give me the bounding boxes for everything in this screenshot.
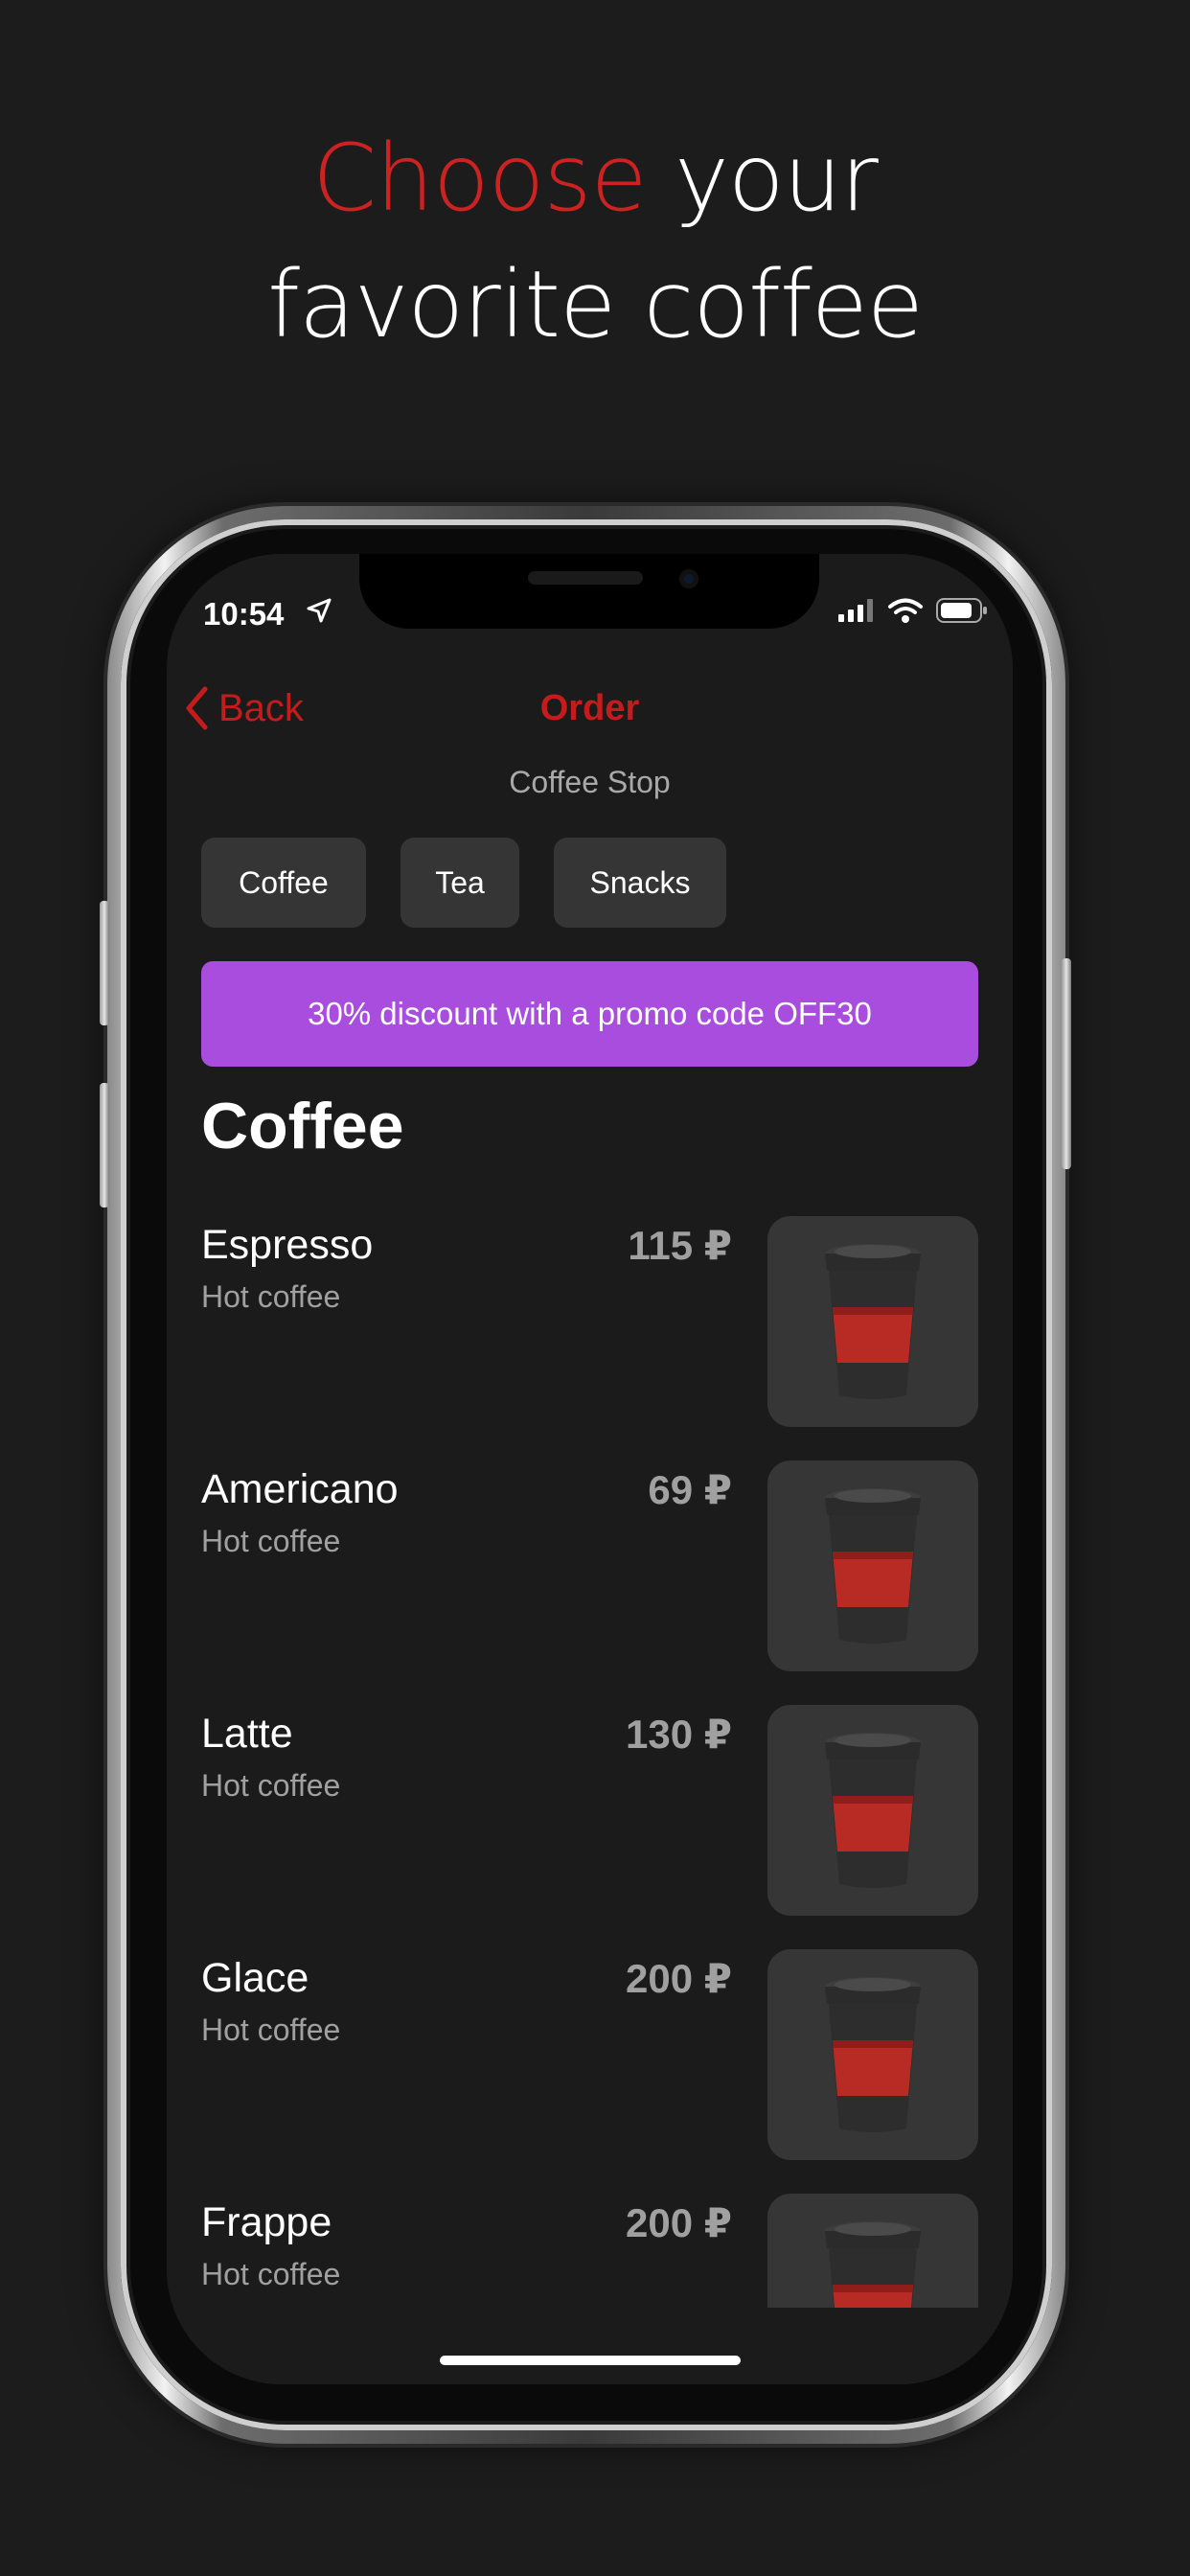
item-description: Hot coffee [201, 1279, 341, 1314]
volume-down-button-hw [100, 1083, 109, 1208]
menu-item[interactable]: Latte Hot coffee 130 ₽ [201, 1705, 978, 1921]
notch [359, 554, 819, 629]
item-description: Hot coffee [201, 2257, 341, 2291]
item-price: 115 ₽ [628, 1223, 732, 1268]
speaker-grille [528, 571, 643, 585]
power-button-hw [1062, 958, 1071, 1169]
home-indicator[interactable] [440, 2356, 741, 2365]
coffee-cup-icon[interactable] [767, 1460, 978, 1671]
item-price: 69 ₽ [648, 1467, 732, 1512]
item-description: Hot coffee [201, 1524, 341, 1558]
chip-tea[interactable]: Tea [400, 838, 519, 928]
bottom-safe-area [167, 2308, 1013, 2384]
page-title: Order [539, 688, 640, 728]
promo-banner[interactable]: 30% discount with a promo code OFF30 [201, 961, 978, 1067]
cellular-signal-icon [838, 599, 873, 622]
menu-item[interactable]: Glace Hot coffee 200 ₽ [201, 1949, 978, 2166]
item-name: Americano [201, 1466, 399, 1512]
volume-up-button-hw [100, 901, 109, 1025]
item-name: Frappe [201, 2199, 332, 2245]
status-time: 10:54 [203, 596, 285, 632]
section-title: Coffee [201, 1090, 404, 1162]
chip-snacks[interactable]: Snacks [554, 838, 726, 928]
front-camera [679, 569, 698, 588]
item-price: 200 ₽ [626, 2200, 732, 2245]
item-price: 200 ₽ [626, 1956, 732, 2001]
menu-item[interactable]: Americano Hot coffee 69 ₽ [201, 1460, 978, 1677]
coffee-cup-icon[interactable] [767, 1216, 978, 1427]
item-price: 130 ₽ [626, 1712, 732, 1757]
menu-item[interactable]: Espresso Hot coffee 115 ₽ [201, 1216, 978, 1433]
item-name: Latte [201, 1711, 293, 1757]
location-arrow-icon [307, 598, 332, 623]
item-name: Espresso [201, 1222, 374, 1268]
marketing-headline: Choose your favorite coffee [0, 115, 1190, 368]
wifi-icon [888, 598, 923, 623]
chip-coffee[interactable]: Coffee [201, 838, 366, 928]
battery-icon [936, 598, 987, 623]
status-indicators [838, 598, 988, 623]
headline-accent: Choose [312, 125, 647, 232]
item-description: Hot coffee [201, 2012, 341, 2047]
item-description: Hot coffee [201, 1768, 341, 1803]
app-screen: 10:54 Back Order Coffee Stop Coffee Tea [167, 554, 1013, 2384]
headline-line2: favorite coffee [267, 251, 924, 358]
page-subtitle: Coffee Stop [509, 765, 671, 799]
category-chips: Coffee Tea Snacks [201, 838, 761, 928]
coffee-cup-icon[interactable] [767, 1949, 978, 2160]
headline-rest: your [646, 125, 879, 232]
item-name: Glace [201, 1955, 309, 2001]
coffee-cup-icon[interactable] [767, 1705, 978, 1916]
